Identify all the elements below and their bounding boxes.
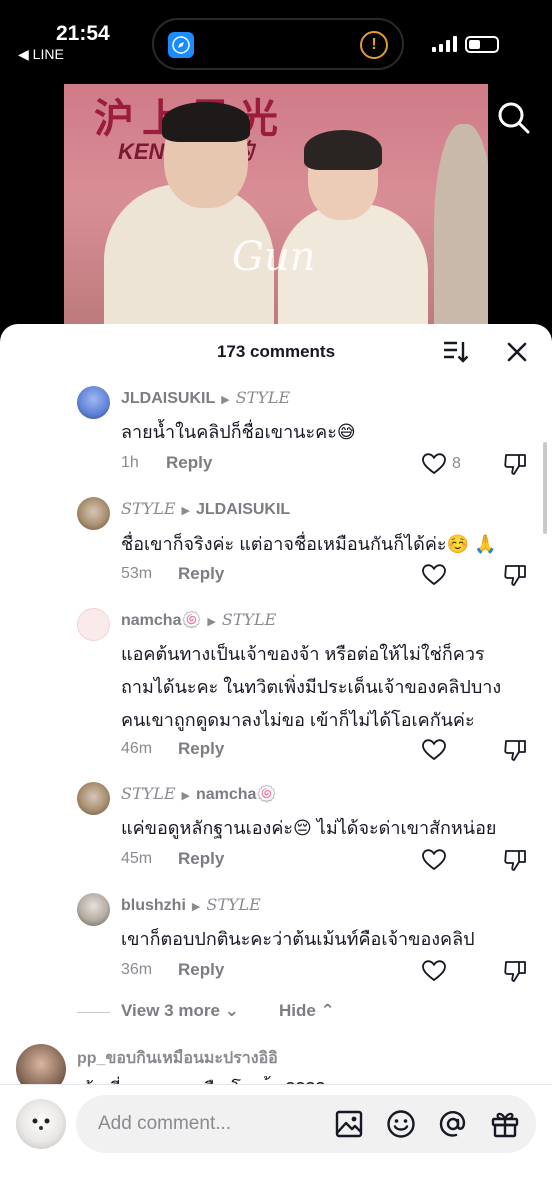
person-right-hair xyxy=(304,130,382,170)
comment-time: 46m xyxy=(121,740,153,757)
comment-input-placeholder: Add comment... xyxy=(98,1113,232,1134)
comments-sheet: 173 comments JLDAISUKIL ▶ STYLE ลายน้ำในคล… xyxy=(0,324,552,1200)
search-icon[interactable] xyxy=(496,100,530,134)
dislike-icon[interactable] xyxy=(503,959,527,983)
comment-text: แค่ขอดูหลักฐานเองค่ะ😔 ไม่ได้จะด่าเขาสักห… xyxy=(121,818,497,838)
status-bar: 21:54 ◀ LINE ! xyxy=(0,0,552,72)
dislike-icon[interactable] xyxy=(503,452,527,476)
view-more-replies-button[interactable]: View 3 more ⌄ xyxy=(121,1001,239,1021)
comment-text: ลายน้ำในคลิปก็ชื่อเขานะคะ😅 xyxy=(121,422,356,442)
mention-icon[interactable] xyxy=(438,1109,468,1139)
back-to-line-link[interactable]: ◀ LINE xyxy=(18,46,64,63)
comment-text-line: ถามได้นะคะ ในทวิตเพิ่งมีประเด็นเจ้าของคล… xyxy=(121,677,502,697)
reply-button[interactable]: Reply xyxy=(178,564,224,584)
like-count: 8 xyxy=(452,455,461,472)
comment-text-line: คนเขาถูกดูดมาลงไม่ขอ เข้าก็ไม่ได้โอเคกัน… xyxy=(121,710,475,730)
hide-replies-button[interactable]: Hide ⌃ xyxy=(279,1001,335,1021)
dynamic-island: ! xyxy=(152,18,404,70)
status-time: 21:54 xyxy=(56,22,110,45)
reply-button[interactable]: Reply xyxy=(166,453,212,473)
my-avatar[interactable] xyxy=(16,1099,66,1149)
emoji-icon[interactable] xyxy=(386,1109,416,1139)
person-left-hair xyxy=(162,102,250,142)
reply-button[interactable]: Reply xyxy=(178,849,224,869)
background-person xyxy=(434,124,488,344)
safari-icon xyxy=(168,32,194,58)
battery-icon xyxy=(465,36,499,53)
scrollbar[interactable] xyxy=(543,442,547,534)
heart-icon[interactable] xyxy=(422,739,446,761)
comment-item: pp_ขอบกินเหมือนมะปรางอิอิ เจ้า ที่ … …ง … xyxy=(0,1040,552,1099)
sort-icon[interactable] xyxy=(443,340,469,364)
warning-icon: ! xyxy=(360,31,388,59)
avatar[interactable] xyxy=(77,782,110,815)
view-more-divider xyxy=(77,1012,110,1013)
comment-input-bar: Add comment... xyxy=(0,1084,552,1200)
comment-text: ชื่อเขาก็จริงค่ะ แต่อาจชื่อเหมือนกันก็ได… xyxy=(121,534,497,554)
avatar[interactable] xyxy=(77,497,110,530)
heart-icon[interactable] xyxy=(422,453,446,475)
comment-count: 173 comments xyxy=(216,342,336,361)
comment-text-line: แอคต้นทางเป็นเจ้าของจ้า หรือต่อให้ไม่ใช่… xyxy=(121,644,485,664)
close-icon[interactable] xyxy=(505,340,529,364)
comment-username[interactable]: JLDAISUKIL ▶ STYLE xyxy=(121,388,290,408)
comment-username[interactable]: pp_ขอบกินเหมือนมะปรางอิอิ xyxy=(77,1046,278,1071)
comment-time: 1h xyxy=(121,454,139,471)
dislike-icon[interactable] xyxy=(503,563,527,587)
comment-username[interactable]: STYLE ▶ JLDAISUKIL xyxy=(121,499,290,519)
heart-icon[interactable] xyxy=(422,849,446,871)
dislike-icon[interactable] xyxy=(503,848,527,872)
avatar[interactable] xyxy=(77,608,110,641)
video-player[interactable]: 沪上星光 KEN… ING的 Gun xyxy=(64,84,488,344)
comment-username[interactable]: namcha🍥 ▶ STYLE xyxy=(121,610,276,630)
comment-username[interactable]: blushzhi ▶ STYLE xyxy=(121,895,261,915)
comment-time: 36m xyxy=(121,961,153,978)
comment-text: เขาก็ตอบปกตินะคะว่าต้นเม้นท์คือเจ้าของคล… xyxy=(121,929,475,949)
reply-button[interactable]: Reply xyxy=(178,739,224,759)
avatar[interactable] xyxy=(77,893,110,926)
comment-time: 45m xyxy=(121,850,153,867)
comment-username[interactable]: STYLE ▶ namcha🍥 xyxy=(121,784,276,804)
image-icon[interactable] xyxy=(334,1109,364,1139)
comment-time: 53m xyxy=(121,565,153,582)
avatar[interactable] xyxy=(77,386,110,419)
comment-input[interactable]: Add comment... xyxy=(76,1095,536,1153)
dislike-icon[interactable] xyxy=(503,738,527,762)
gift-icon[interactable] xyxy=(490,1109,520,1139)
reply-button[interactable]: Reply xyxy=(178,960,224,980)
comments-header: 173 comments xyxy=(0,324,552,380)
signal-icon xyxy=(432,36,457,52)
video-watermark: Gun xyxy=(232,234,316,280)
heart-icon[interactable] xyxy=(422,960,446,982)
heart-icon[interactable] xyxy=(422,564,446,586)
